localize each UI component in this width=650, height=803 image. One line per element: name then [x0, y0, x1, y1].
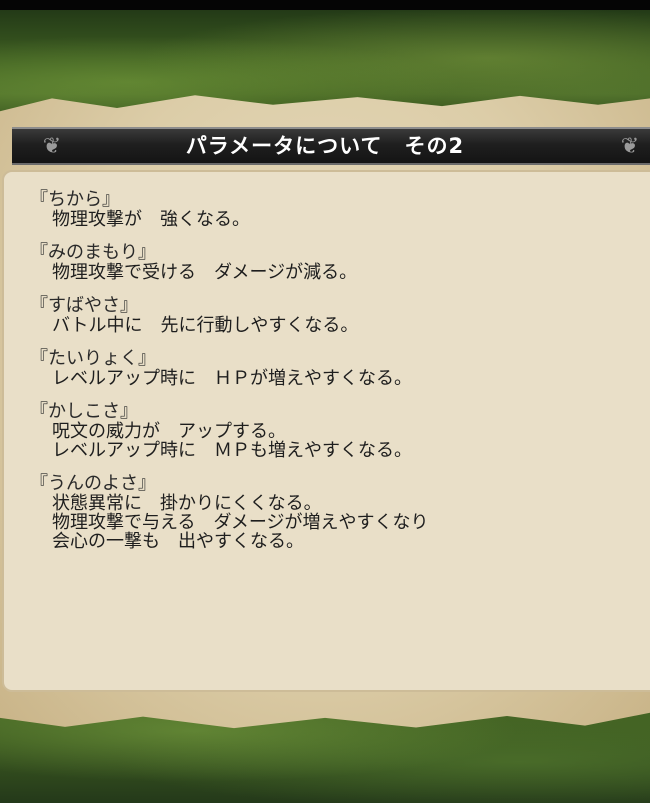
param-defense: 『みのまもり』 物理攻撃で受ける ダメージが減る。 [30, 242, 630, 283]
param-name: 『うんのよさ』 [30, 473, 156, 494]
param-name: 『すばやさ』 [30, 295, 138, 316]
param-desc-line: レベルアップ時に ＭＰも増えやすくなる。 [52, 440, 412, 461]
param-agility: 『すばやさ』 バトル中に 先に行動しやすくなる。 [30, 295, 630, 336]
param-vitality: 『たいりょく』 レベルアップ時に ＨＰが増えやすくなる。 [30, 348, 630, 389]
param-name: 『かしこさ』 [30, 401, 138, 422]
param-name: 『ちから』 [30, 189, 120, 210]
param-name: 『みのまもり』 [30, 242, 156, 263]
param-desc-line: バトル中に 先に行動しやすくなる。 [52, 315, 359, 336]
param-name: 『たいりょく』 [30, 348, 156, 369]
param-desc-line: 物理攻撃で与える ダメージが増えやすくなり [52, 512, 429, 533]
param-wisdom: 『かしこさ』 呪文の威力が アップする。 レベルアップ時に ＭＰも増えやすくなる… [30, 401, 630, 461]
title-banner: ❦ パラメータについて その2 ❦ [12, 127, 650, 165]
param-desc-line: 会心の一撃も 出やすくなる。 [52, 531, 304, 552]
ornament-right-icon: ❦ [620, 134, 640, 159]
parameter-list: 『ちから』 物理攻撃が 強くなる。 『みのまもり』 物理攻撃で受ける ダメージが… [30, 190, 630, 565]
param-desc-line: 物理攻撃が 強くなる。 [52, 209, 250, 230]
param-desc-line: レベルアップ時に ＨＰが増えやすくなる。 [52, 368, 412, 389]
param-strength: 『ちから』 物理攻撃が 強くなる。 [30, 189, 630, 230]
param-desc-line: 物理攻撃で受ける ダメージが減る。 [52, 262, 358, 283]
param-luck: 『うんのよさ』 状態異常に 掛かりにくくなる。 物理攻撃で与える ダメージが増え… [30, 473, 630, 552]
param-desc-line: 状態異常に 掛かりにくくなる。 [52, 493, 322, 514]
page-title: パラメータについて その2 [185, 134, 465, 158]
param-desc-line: 呪文の威力が アップする。 [52, 421, 286, 442]
top-letterbox [0, 0, 650, 10]
